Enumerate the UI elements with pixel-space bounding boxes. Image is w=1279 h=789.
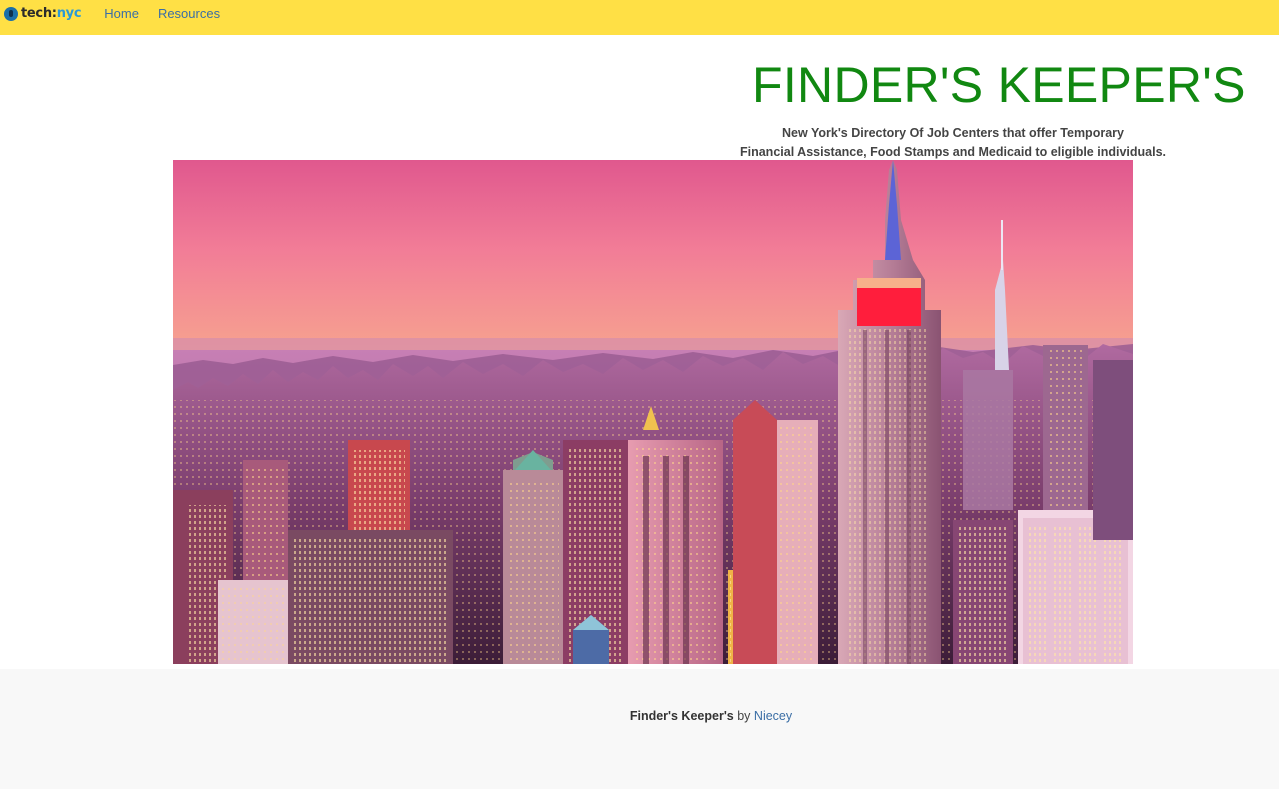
footer-by: by (737, 709, 751, 723)
nav-link-resources[interactable]: Resources (158, 7, 220, 21)
brand-logo[interactable]: tech: nyc (4, 6, 82, 22)
footer-credit: Finder's Keeper's by Niecey (0, 709, 1279, 723)
brand-wordmark: tech: nyc (21, 6, 82, 22)
brand-text-tech: tech: (21, 6, 57, 21)
page-subtitle: New York's Directory Of Job Centers that… (720, 124, 1186, 162)
footer-site-name: Finder's Keeper's (629, 709, 734, 723)
nav-link-home[interactable]: Home (104, 7, 139, 21)
top-navbar: tech: nyc Home Resources (0, 0, 1279, 35)
water-drop-icon (4, 7, 18, 21)
hero-image-nyc-skyline (173, 160, 1133, 664)
footer-author-link[interactable]: Niecey (754, 709, 792, 723)
page-title: FINDER'S KEEPER'S (752, 57, 1246, 113)
footer: Finder's Keeper's by Niecey (0, 669, 1279, 789)
brand-text-nyc: nyc (56, 6, 82, 21)
subtitle-line-1: New York's Directory Of Job Centers that… (782, 126, 1124, 140)
